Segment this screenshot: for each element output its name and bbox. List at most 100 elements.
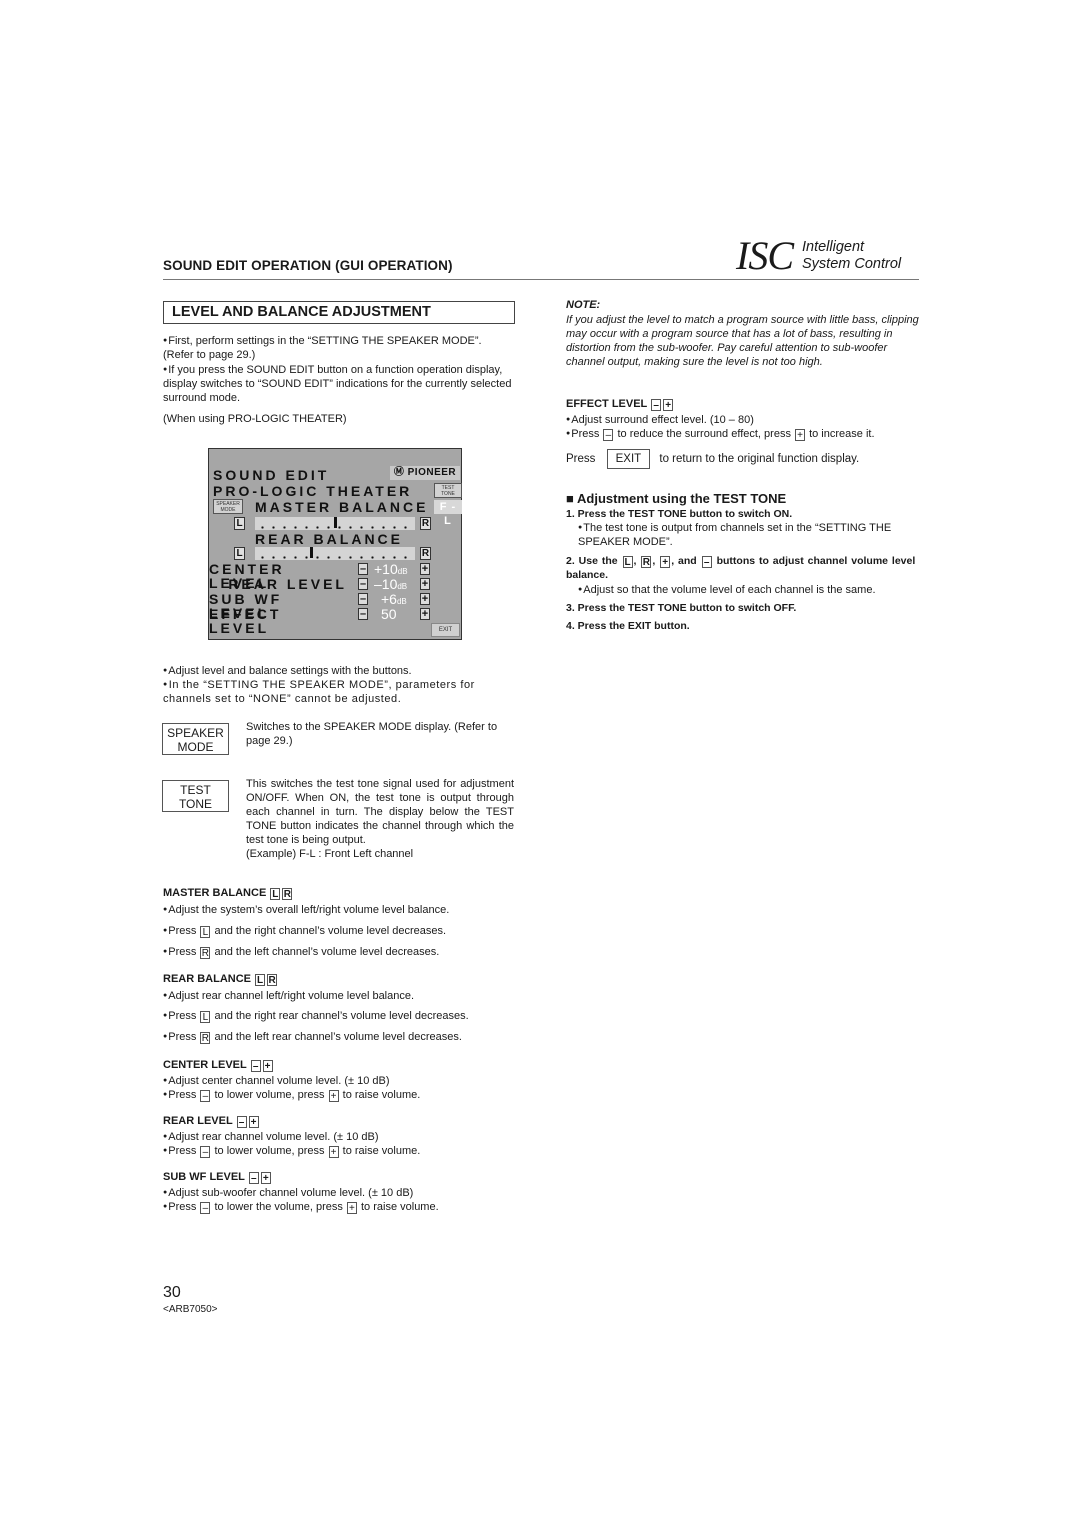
press-text: Press — [168, 1201, 197, 1213]
sub-wf-level-heading: SUB WF LEVEL – + — [163, 1171, 272, 1184]
l-key-icon: L — [270, 888, 281, 900]
heading-text: EFFECT LEVEL — [566, 398, 648, 410]
press-text: Press — [566, 453, 596, 465]
press-text: Press — [168, 946, 197, 958]
rear-level-minus-button[interactable]: – — [358, 578, 368, 590]
l-key-icon: L — [200, 926, 211, 938]
end-text: to raise volume. — [342, 1089, 421, 1101]
intro-list: First, perform settings in the “SETTING … — [163, 334, 515, 405]
master-balance-desc: Adjust the system’s overall left/right v… — [163, 903, 449, 917]
press-text: Press — [168, 1031, 197, 1043]
plus-key-icon: + — [328, 1090, 339, 1102]
gui-exit-button[interactable]: EXIT — [431, 623, 460, 637]
effect-level-press-line: Press – to reduce the surround effect, p… — [566, 427, 875, 441]
center-level-heading: CENTER LEVEL – + — [163, 1059, 274, 1072]
note-text: The test tone is output from channels se… — [578, 522, 892, 548]
effect-level-plus-button[interactable]: + — [420, 608, 430, 620]
master-balance-slider[interactable] — [255, 517, 415, 530]
heading-text: SUB WF LEVEL — [163, 1171, 245, 1183]
master-balance-l-line: Press L and the right channel’s volume l… — [163, 924, 446, 938]
master-balance-right-button[interactable]: R — [420, 517, 431, 530]
exit-line: Press EXIT to return to the original fun… — [566, 449, 859, 469]
key-line1: TEST — [180, 783, 211, 797]
exit-text: to return to the original function displ… — [659, 453, 860, 465]
plus-key-icon: + — [660, 556, 671, 568]
rear-balance-label: REAR BALANCE — [255, 531, 403, 547]
minus-key-icon: – — [603, 429, 614, 441]
isc-logo-line2: System Control — [802, 256, 902, 272]
sub-wf-level-press-line: Press – to lower the volume, press + to … — [163, 1200, 439, 1214]
master-balance-marker[interactable] — [334, 517, 337, 528]
page-title: LEVEL AND BALANCE ADJUSTMENT — [163, 301, 515, 324]
end-text: to raise volume. — [361, 1201, 439, 1213]
r-effect-text: and the left rear channel’s volume level… — [214, 1031, 462, 1043]
press-text: Press — [168, 1010, 197, 1022]
rear-balance-r-line: Press R and the left rear channel’s volu… — [163, 1030, 462, 1044]
center-level-plus-button[interactable]: + — [420, 563, 430, 575]
note-body: If you adjust the level to match a progr… — [566, 314, 919, 368]
master-balance-left-button[interactable]: L — [234, 517, 245, 530]
minus-key-icon: – — [701, 556, 712, 568]
mid-text: to lower volume, press — [214, 1145, 325, 1157]
test-tone-heading: ■ Adjustment using the TEST TONE — [566, 491, 786, 506]
speaker-mode-button[interactable]: SPEAKER MODE — [213, 499, 243, 514]
note-text: Adjust so that the volume level of each … — [583, 584, 876, 596]
intro-item: First, perform settings in the “SETTING … — [163, 334, 515, 362]
test-tone-description: This switches the test tone signal used … — [246, 777, 514, 861]
desc-text: Adjust the system’s overall left/right v… — [168, 904, 450, 916]
rear-balance-right-button[interactable]: R — [420, 547, 431, 560]
effect-level-desc: Adjust surround effect level. (10 – 80) — [566, 413, 754, 427]
l-key-icon: L — [255, 974, 266, 986]
rear-level-unit: dB — [397, 582, 408, 591]
heading-text: CENTER LEVEL — [163, 1059, 247, 1071]
r-effect-text: and the left channel’s volume level decr… — [214, 946, 440, 958]
step-2-note: Adjust so that the volume level of each … — [578, 583, 922, 597]
r-key-icon: R — [641, 556, 652, 568]
step-1: 1. Press the TEST TONE button to switch … — [566, 508, 793, 520]
test-tone-key: TEST TONE — [162, 780, 229, 812]
sub-wf-level-minus-button[interactable]: – — [358, 593, 368, 605]
speaker-mode-key: SPEAKER MODE — [162, 723, 229, 755]
rear-balance-left-button[interactable]: L — [234, 547, 245, 560]
rear-level-heading: REAR LEVEL – + — [163, 1115, 260, 1128]
mid-text: to reduce the surround effect, press — [617, 428, 791, 440]
l-key-icon: L — [200, 1011, 211, 1023]
sub-wf-level-desc: Adjust sub-woofer channel volume level. … — [163, 1186, 413, 1200]
master-balance-heading: MASTER BALANCE LR — [163, 887, 293, 900]
r-key-icon: R — [200, 1032, 211, 1044]
exit-key-icon: EXIT — [606, 449, 651, 469]
note-title: NOTE: — [566, 299, 601, 311]
test-tone-button[interactable]: TEST TONE — [434, 483, 462, 498]
pioneer-logo: Ⓜ PIONEER — [390, 466, 460, 480]
rear-balance-marker[interactable] — [310, 547, 313, 558]
header-divider — [163, 279, 919, 280]
center-level-unit: dB — [397, 567, 408, 576]
intro-item: If you press the SOUND EDIT button on a … — [163, 363, 515, 405]
rear-level-desc: Adjust rear channel volume level. (± 10 … — [163, 1130, 379, 1144]
minus-key-icon: – — [200, 1146, 211, 1158]
test-tone-example: (Example) F-L : Front Left channel — [246, 848, 414, 860]
after-gui-item: Adjust level and balance settings with t… — [163, 664, 515, 678]
pioneer-brand: PIONEER — [407, 467, 457, 478]
rear-level-press-line: Press – to lower volume, press + to rais… — [163, 1144, 420, 1158]
sub-wf-level-plus-button[interactable]: + — [420, 593, 430, 605]
after-gui-list: Adjust level and balance settings with t… — [163, 664, 515, 706]
end-text: to increase it. — [809, 428, 875, 440]
center-level-minus-button[interactable]: – — [358, 563, 368, 575]
minus-key-icon: – — [236, 1116, 247, 1128]
effect-level-minus-button[interactable]: – — [358, 608, 368, 620]
rear-level-plus-button[interactable]: + — [420, 578, 430, 590]
square-bullet-icon: ■ — [566, 491, 574, 506]
rear-balance-slider[interactable] — [255, 547, 415, 560]
heading-text: REAR BALANCE — [163, 973, 251, 985]
step-1-note: The test tone is output from channels se… — [578, 521, 922, 549]
sub-wf-level-number: +6 — [381, 591, 397, 607]
intro-text: If you press the SOUND EDIT button on a … — [163, 364, 512, 404]
l-key-icon: L — [622, 556, 633, 568]
plus-key-icon: + — [328, 1146, 339, 1158]
minus-key-icon: – — [200, 1090, 211, 1102]
rear-level-label: REAR LEVEL — [228, 576, 347, 592]
desc-text: Adjust rear channel volume level. (± 10 … — [168, 1131, 379, 1143]
r-key-icon: R — [267, 974, 278, 986]
after-gui-text: In the “SETTING THE SPEAKER MODE”, param… — [163, 679, 475, 705]
